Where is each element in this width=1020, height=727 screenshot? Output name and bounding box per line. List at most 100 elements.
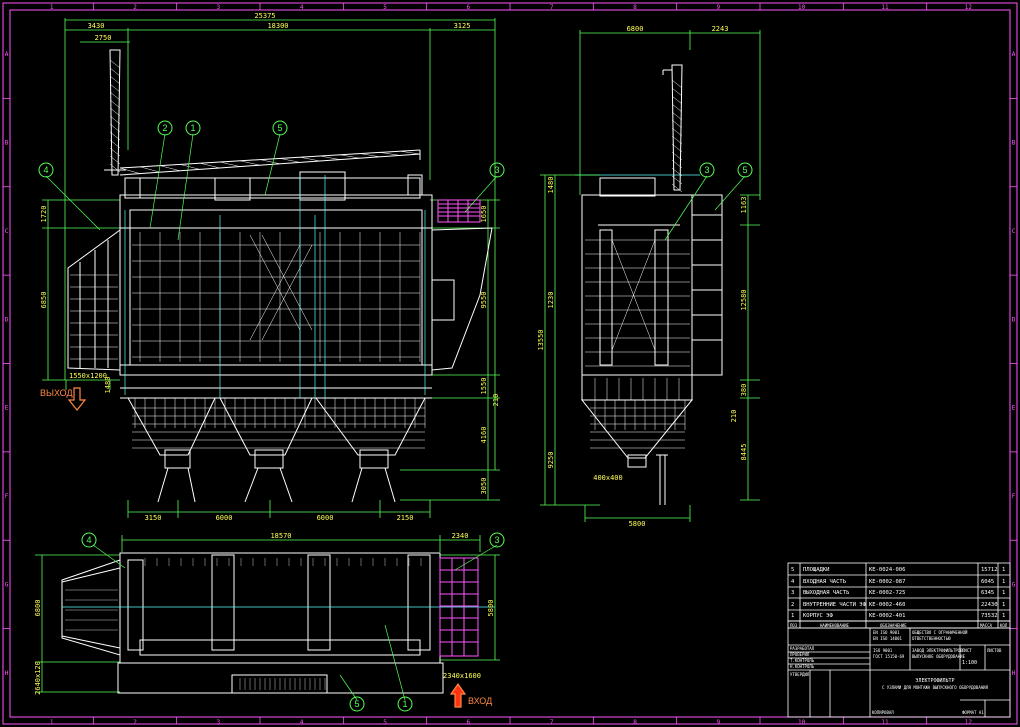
zone-marker: 6 bbox=[467, 4, 471, 11]
spec-cell: ВЫХОДНАЯ ЧАСТЬ bbox=[803, 590, 850, 596]
callout-label: 5 bbox=[354, 699, 359, 709]
zone-marker: 9 bbox=[717, 719, 721, 726]
zone-marker: 3 bbox=[217, 719, 221, 726]
zone-marker: F bbox=[5, 493, 9, 500]
company-name: ОТВЕТСТВЕННОСТЬЮ bbox=[912, 636, 951, 641]
dimension-text: 2340x1600 bbox=[443, 672, 481, 680]
dimension-text: 2750 bbox=[95, 34, 112, 42]
callout-label: 1 bbox=[190, 123, 195, 133]
dimension-text: 400x400 bbox=[593, 474, 623, 482]
dimension-text: 3150 bbox=[145, 514, 162, 522]
standard-note: EN ISO 9001 bbox=[873, 630, 900, 635]
spec-cell: КЕ-0024-006 bbox=[869, 567, 905, 573]
zone-marker: 2 bbox=[133, 719, 137, 726]
spec-cell: КОРПУС ЭФ bbox=[803, 613, 833, 619]
spec-cell: 1 bbox=[1002, 579, 1005, 585]
callout-label: 3 bbox=[704, 165, 709, 175]
spec-cell: ПЛОЩАДКИ bbox=[803, 567, 830, 573]
dimension-text: 8445 bbox=[740, 444, 748, 461]
scale-value: 1:100 bbox=[962, 660, 977, 666]
dimension-text: 6000 bbox=[317, 514, 334, 522]
dimension-text: 6000 bbox=[216, 514, 233, 522]
callout-label: 3 bbox=[494, 165, 499, 175]
zone-marker: 9 bbox=[717, 4, 721, 11]
dimension-text: 5800 bbox=[487, 600, 495, 617]
dimension-text: 1163 bbox=[740, 197, 748, 214]
dimension-text: 2340 bbox=[452, 532, 469, 540]
copied-label: КОПИРОВАЛ bbox=[872, 710, 894, 715]
dimension-text: 18570 bbox=[270, 532, 291, 540]
zone-marker: A bbox=[1012, 51, 1016, 58]
zone-marker: 2 bbox=[133, 4, 137, 11]
standard-note: EN ISO 14001 bbox=[873, 636, 902, 641]
side-dimensions: 6800 2243 1480 13550 1230 9250 1163 1258… bbox=[537, 25, 748, 528]
dimension-text: 25375 bbox=[254, 12, 275, 20]
spec-cell: КЕ-0002-725 bbox=[869, 590, 905, 596]
format-label: ФОРМАТ А1 bbox=[962, 710, 984, 715]
dimension-text: 9250 bbox=[547, 452, 555, 469]
spec-cell: 6045 bbox=[981, 579, 994, 585]
zone-marker: C bbox=[1012, 228, 1016, 235]
zone-marker: H bbox=[1012, 670, 1016, 677]
zone-marker: E bbox=[1012, 405, 1016, 412]
zone-marker: G bbox=[5, 581, 9, 588]
zone-marker: 4 bbox=[300, 719, 304, 726]
spec-cell: 15712 bbox=[981, 567, 998, 573]
spec-cell: 73532 bbox=[981, 613, 998, 619]
role-label: Т.КОНТРОЛЬ bbox=[790, 658, 815, 663]
zone-marker: C bbox=[5, 228, 9, 235]
callout-label: 5 bbox=[742, 165, 747, 175]
dimension-text: 13550 bbox=[537, 329, 545, 350]
spec-cell: 1 bbox=[1002, 613, 1005, 619]
product-subtitle: С УЗЛАМИ ДЛЯ МОНТАЖА ВЫПУСКНОГО ОБОРУДОВ… bbox=[882, 685, 989, 690]
spec-cell: 5 bbox=[791, 567, 794, 573]
spec-header-cell: ОБОЗНАЧЕНИЕ bbox=[880, 623, 907, 628]
front-dimensions: 25375 3430 18300 3125 2750 1720 6850 148… bbox=[40, 12, 500, 522]
spec-cell: КЕ-0002-401 bbox=[869, 613, 905, 619]
dimension-text: 6850 bbox=[40, 292, 48, 309]
zone-marker: 7 bbox=[550, 719, 554, 726]
zone-marker: 5 bbox=[383, 719, 387, 726]
dimension-text: 3125 bbox=[454, 22, 471, 30]
zone-marker: 5 bbox=[383, 4, 387, 11]
exit-label: ВЫХОД bbox=[40, 388, 73, 398]
spec-cell: КЕ-0002-460 bbox=[869, 602, 905, 608]
zone-marker: F bbox=[1012, 493, 1016, 500]
spec-cell: 22430 bbox=[981, 602, 998, 608]
company-name: ВЫПУСКНОЕ ОБОРУДОВАНИЕ bbox=[912, 654, 966, 659]
spec-cell: 1 bbox=[791, 613, 794, 619]
dimension-text: 1230 bbox=[547, 292, 555, 309]
role-label: Н.КОНТРОЛЬ bbox=[790, 664, 815, 669]
entry-label: ВХОД bbox=[468, 696, 492, 706]
dimension-text: 1550 bbox=[480, 378, 488, 395]
zone-marker: G bbox=[1012, 581, 1016, 588]
callout-label: 4 bbox=[86, 535, 91, 545]
zone-marker: B bbox=[5, 140, 9, 147]
callout-label: 1 bbox=[402, 699, 407, 709]
plan-view bbox=[35, 535, 500, 708]
dimension-text: 4160 bbox=[480, 427, 488, 444]
zone-marker: 12 bbox=[965, 719, 973, 726]
spec-cell: 2 bbox=[791, 602, 794, 608]
zone-marker: A bbox=[5, 51, 9, 58]
drawing-frame bbox=[2, 2, 1018, 725]
zone-marker: D bbox=[5, 316, 9, 323]
front-view bbox=[42, 18, 500, 518]
zone-marker: B bbox=[1012, 140, 1016, 147]
zone-marker: D bbox=[1012, 316, 1016, 323]
spec-header-cell: ПОЗ bbox=[790, 623, 798, 628]
zone-marker: 8 bbox=[633, 719, 637, 726]
title-block: ЭЛЕКТРОФИЛЬТР С УЗЛАМИ ДЛЯ МОНТАЖА ВЫПУС… bbox=[787, 627, 1011, 718]
zone-marker: 1 bbox=[50, 719, 54, 726]
spec-cell: 4 bbox=[791, 579, 795, 585]
spec-cell: 6345 bbox=[981, 590, 994, 596]
callout-label: 2 bbox=[162, 123, 167, 133]
standard-note: ГОСТ 15150-69 bbox=[873, 654, 905, 659]
zone-marker: 3 bbox=[217, 4, 221, 11]
dimension-text: 9550 bbox=[480, 292, 488, 309]
spec-header-cell: МАССА bbox=[980, 623, 993, 628]
zone-marker: 1 bbox=[50, 4, 54, 11]
company-name: ОБЩЕСТВО С ОГРАНИЧЕННОЙ bbox=[912, 630, 968, 635]
dimension-text: 2243 bbox=[712, 25, 729, 33]
spec-header-cell: КОЛ bbox=[1000, 623, 1008, 628]
